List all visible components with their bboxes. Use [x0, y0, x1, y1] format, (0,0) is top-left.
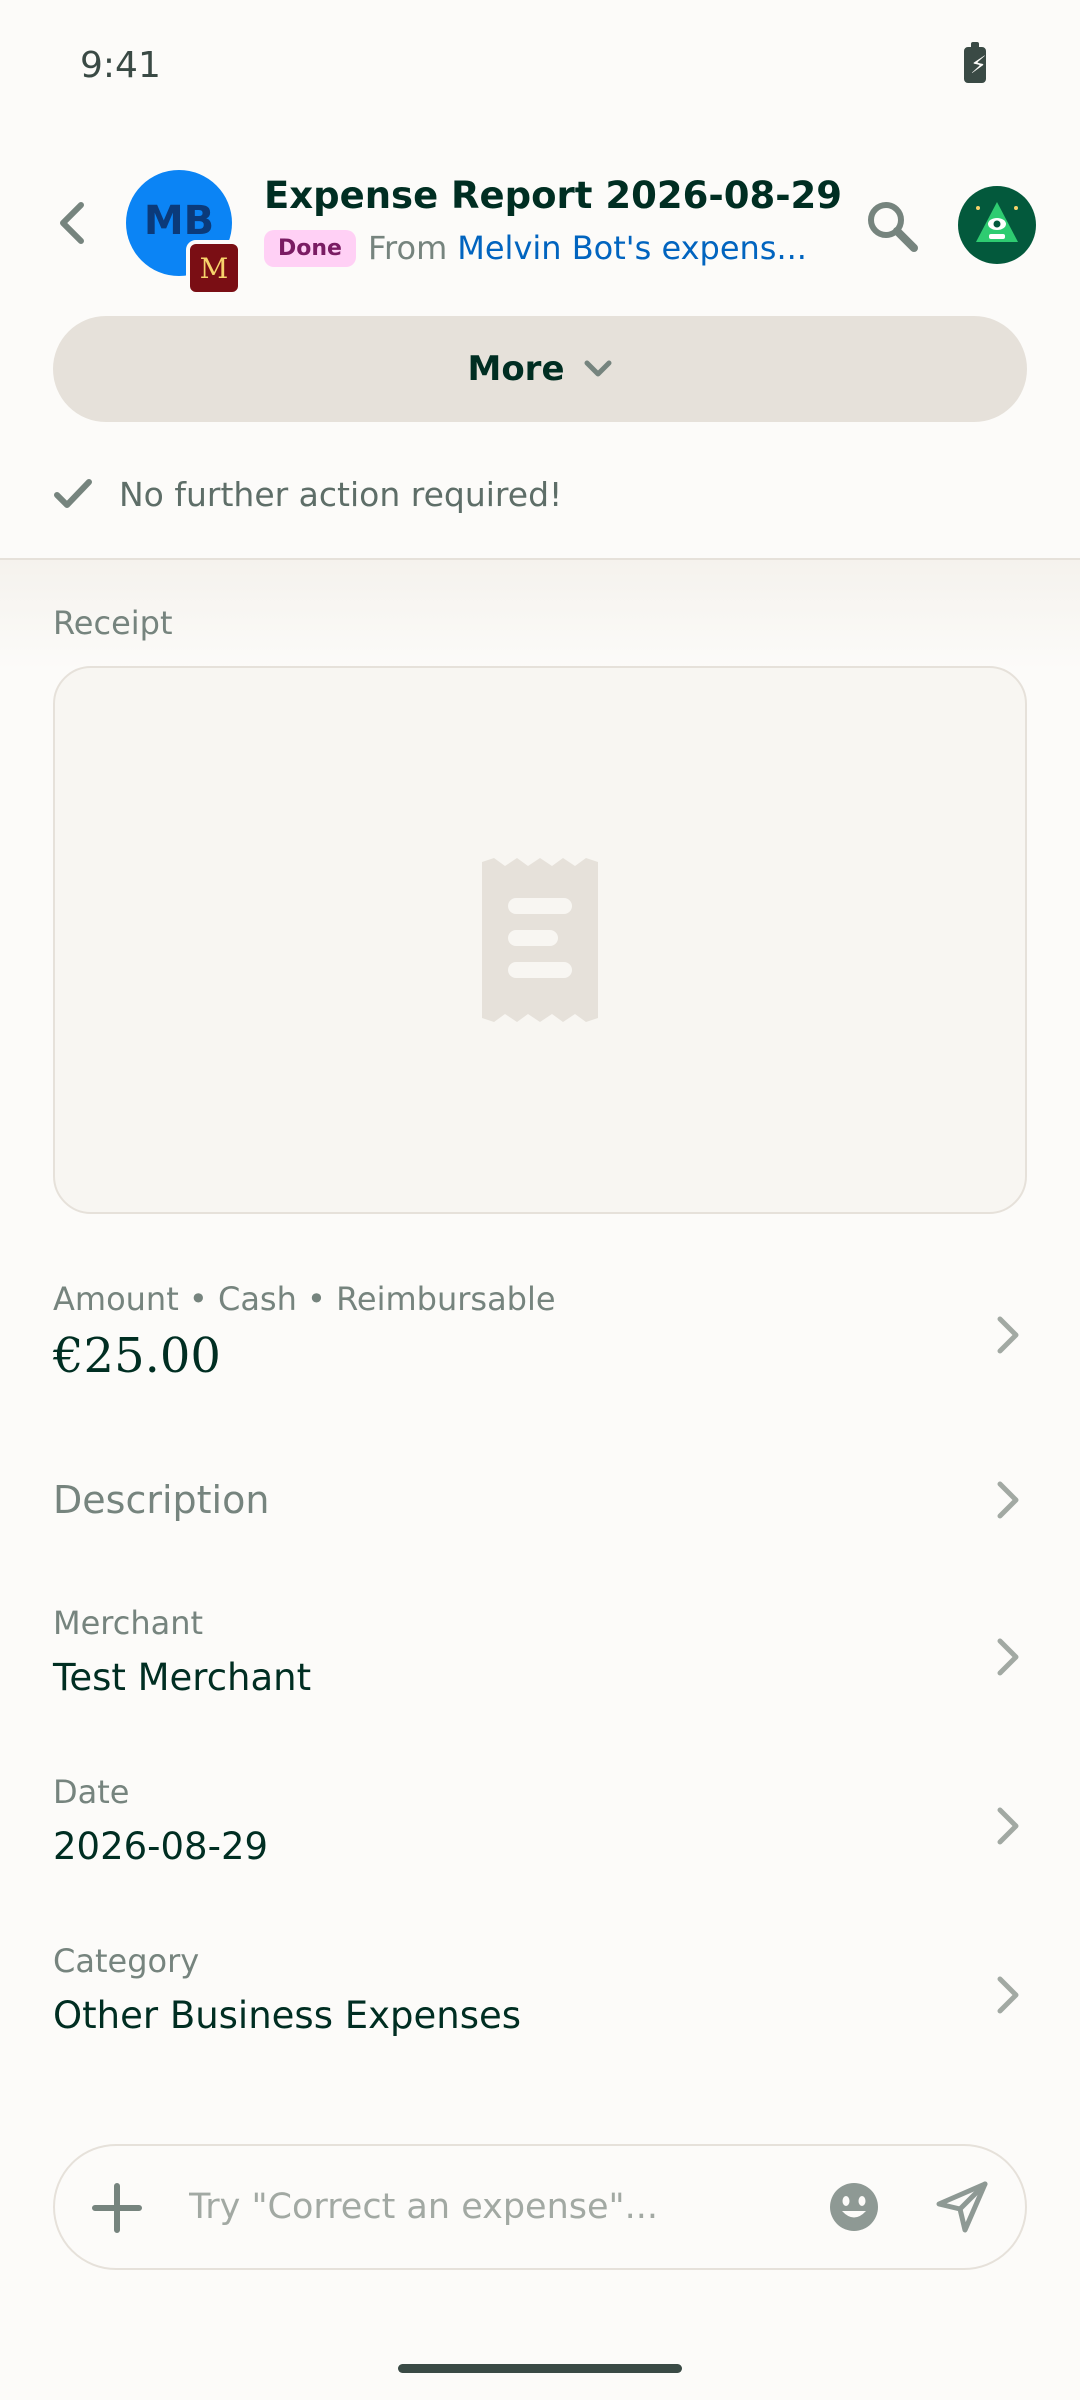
- status-time: 9:41: [80, 44, 161, 86]
- status-badge: Done: [264, 229, 356, 267]
- chevron-down-icon: [584, 360, 612, 377]
- category-value: Other Business Expenses: [53, 1994, 522, 2037]
- receipt-placeholder[interactable]: [53, 666, 1027, 1214]
- more-button[interactable]: More: [53, 316, 1027, 422]
- category-field[interactable]: Category Other Business Expenses: [53, 1942, 1027, 2048]
- emoji-icon[interactable]: [827, 2180, 881, 2234]
- search-icon: [868, 202, 918, 252]
- status-bar: 9:41 ⚡: [0, 0, 1080, 130]
- back-button[interactable]: [52, 198, 92, 248]
- action-notice: No further action required!: [53, 464, 562, 524]
- user-avatar[interactable]: [958, 186, 1036, 264]
- amount-label: Amount • Cash • Reimbursable: [53, 1280, 556, 1318]
- checkmark-icon: [54, 479, 92, 508]
- merchant-field[interactable]: Merchant Test Merchant: [53, 1604, 1027, 1710]
- search-button[interactable]: [862, 196, 922, 256]
- user-avatar-icon: [976, 202, 1018, 242]
- send-icon[interactable]: [935, 2180, 989, 2234]
- date-label: Date: [53, 1773, 130, 1811]
- report-subtitle: Done From Melvin Bot's expens...: [264, 229, 804, 267]
- date-field[interactable]: Date 2026-08-29: [53, 1773, 1027, 1879]
- chevron-right-icon: [997, 1807, 1019, 1845]
- home-indicator[interactable]: [398, 2364, 682, 2373]
- amount-value: €25.00: [53, 1328, 221, 1384]
- receipt-label: Receipt: [53, 604, 173, 642]
- workspace-avatar: M: [186, 240, 242, 296]
- chevron-right-icon: [997, 1316, 1019, 1354]
- description-field[interactable]: Description: [53, 1470, 1027, 1530]
- report-header: MB M Expense Report 2026-08-29 Done From…: [0, 160, 1080, 296]
- parent-report-link[interactable]: Melvin Bot's expens...: [457, 229, 804, 267]
- notice-text: No further action required!: [119, 474, 563, 514]
- from-label: From: [367, 229, 448, 267]
- date-value: 2026-08-29: [53, 1825, 269, 1868]
- chevron-left-icon: [60, 202, 84, 244]
- more-button-label: More: [467, 349, 565, 389]
- page-title: Expense Report 2026-08-29: [264, 174, 843, 217]
- chevron-right-icon: [997, 1481, 1019, 1519]
- category-label: Category: [53, 1942, 200, 1980]
- merchant-value: Test Merchant: [53, 1656, 312, 1699]
- battery-icon: ⚡: [964, 42, 987, 83]
- message-input[interactable]: [189, 2146, 829, 2268]
- report-avatar[interactable]: MB M: [126, 170, 246, 296]
- title-block[interactable]: Expense Report 2026-08-29 Done From Melv…: [264, 174, 843, 267]
- message-composer: [53, 2144, 1027, 2270]
- plus-icon[interactable]: [91, 2182, 143, 2234]
- receipt-icon: [482, 858, 598, 1022]
- chevron-right-icon: [997, 1976, 1019, 2014]
- chevron-right-icon: [997, 1638, 1019, 1676]
- merchant-label: Merchant: [53, 1604, 204, 1642]
- amount-field[interactable]: Amount • Cash • Reimbursable €25.00: [53, 1280, 1027, 1390]
- description-label: Description: [53, 1478, 270, 1522]
